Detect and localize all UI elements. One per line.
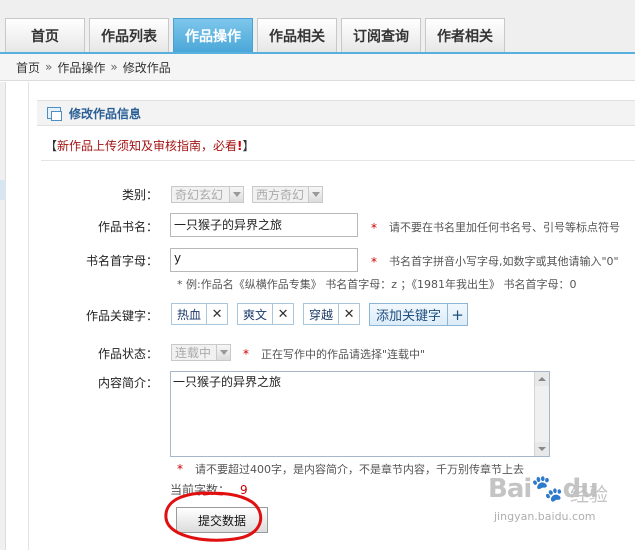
tab-works-list[interactable]: 作品列表 — [89, 18, 169, 53]
keyword-text: 热血 — [177, 307, 202, 322]
intro-label: 内容简介： — [97, 376, 158, 390]
panel-header: 修改作品信息 — [37, 100, 635, 126]
left-sidebar-edge — [0, 82, 6, 550]
required-star: * — [177, 462, 183, 476]
book-name-label: 作品书名： — [97, 220, 158, 234]
char-count-label: 当前字数： — [170, 483, 231, 497]
scroll-down-icon[interactable] — [535, 442, 549, 456]
book-name-input[interactable]: 一只猴子的异界之旅 — [170, 213, 358, 237]
panel-title: 修改作品信息 — [69, 106, 142, 121]
notice-bracket-open: 【 — [45, 139, 58, 153]
required-star: * — [371, 255, 377, 269]
breadcrumb: 首页 » 作品操作 » 修改作品 — [0, 54, 635, 81]
status-label: 作品状态： — [97, 347, 158, 361]
status-select[interactable]: 连载中 — [171, 344, 231, 361]
sidebar-marker — [0, 180, 6, 200]
keyword-tag: 爽文 ✕ — [237, 303, 295, 325]
initial-letter-hint: 书名首字拼音小写字母,如数字或其他请输入"0" — [389, 255, 619, 268]
chevron-down-icon — [308, 187, 322, 202]
breadcrumb-separator: » — [110, 60, 118, 74]
tab-home[interactable]: 首页 — [5, 18, 85, 53]
textarea-scrollbar[interactable] — [534, 372, 549, 456]
document-icon — [47, 107, 62, 121]
chevron-down-icon — [229, 187, 243, 202]
plus-icon: + — [447, 304, 467, 325]
keyword-tag: 热血 ✕ — [171, 303, 229, 325]
keyword-text: 爽文 — [243, 307, 268, 322]
required-star: * — [371, 221, 377, 235]
status-value: 连载中 — [175, 346, 212, 360]
category-label: 类别： — [121, 188, 158, 202]
submit-button[interactable]: 提交数据 — [176, 507, 268, 533]
intro-hint: 请不要超过400字，是内容简介，不是章节内容，千万别传章节上去 — [195, 463, 524, 476]
close-icon[interactable]: ✕ — [206, 304, 227, 324]
upload-guide-notice[interactable]: 【新作品上传须知及审核指南，必看!】 — [45, 137, 255, 154]
chevron-down-icon — [216, 345, 230, 360]
divider — [41, 160, 635, 161]
status-hint: 正在写作中的作品请选择"连载中" — [261, 348, 426, 361]
book-name-hint: 请不要在书名里加任何书名号、引号等标点符号 — [389, 221, 620, 234]
add-keyword-label: 添加关键字 — [376, 309, 442, 324]
close-icon[interactable]: ✕ — [272, 304, 293, 324]
tab-works-operation[interactable]: 作品操作 — [173, 18, 253, 53]
keywords-label: 作品关键字： — [85, 309, 158, 323]
tab-author-related[interactable]: 作者相关 — [425, 18, 505, 53]
breadcrumb-works-operation[interactable]: 作品操作 — [57, 59, 105, 76]
char-count-value: 9 — [240, 483, 248, 497]
keyword-text: 穿越 — [309, 307, 334, 322]
scroll-up-icon[interactable] — [535, 372, 549, 386]
char-count: 当前字数： 9 — [170, 481, 248, 498]
intro-textarea[interactable]: 一只猴子的异界之旅 — [170, 371, 550, 457]
notice-bracket-close: 】 — [242, 139, 255, 153]
initial-letter-label: 书名首字母： — [85, 254, 158, 268]
add-keyword-button[interactable]: 添加关键字 + — [369, 303, 469, 326]
required-star: * — [243, 347, 249, 361]
breadcrumb-current: 修改作品 — [122, 60, 171, 75]
category-secondary-value: 西方奇幻 — [256, 188, 305, 202]
intro-text: 一只猴子的异界之旅 — [173, 375, 282, 389]
initial-letter-example: * 例:作品名《纵横作品专集》 书名首字母：z ；《1981年我出生》 书名首字… — [177, 278, 577, 291]
category-secondary-select[interactable]: 西方奇幻 — [252, 186, 323, 203]
category-primary-value: 奇幻玄幻 — [175, 188, 224, 202]
tab-subscription-query[interactable]: 订阅查询 — [341, 18, 421, 53]
breadcrumb-home[interactable]: 首页 — [16, 59, 40, 76]
initial-letter-input[interactable]: y — [170, 248, 358, 272]
category-primary-select[interactable]: 奇幻玄幻 — [171, 186, 244, 203]
keyword-tag: 穿越 ✕ — [303, 303, 361, 325]
tab-works-related[interactable]: 作品相关 — [257, 18, 337, 53]
notice-link[interactable]: 新作品上传须知及审核指南，必看 — [57, 139, 237, 153]
breadcrumb-separator: » — [45, 60, 53, 74]
close-icon[interactable]: ✕ — [338, 304, 359, 324]
top-tab-bar: 首页 作品列表 作品操作 作品相关 订阅查询 作者相关 — [0, 0, 635, 54]
